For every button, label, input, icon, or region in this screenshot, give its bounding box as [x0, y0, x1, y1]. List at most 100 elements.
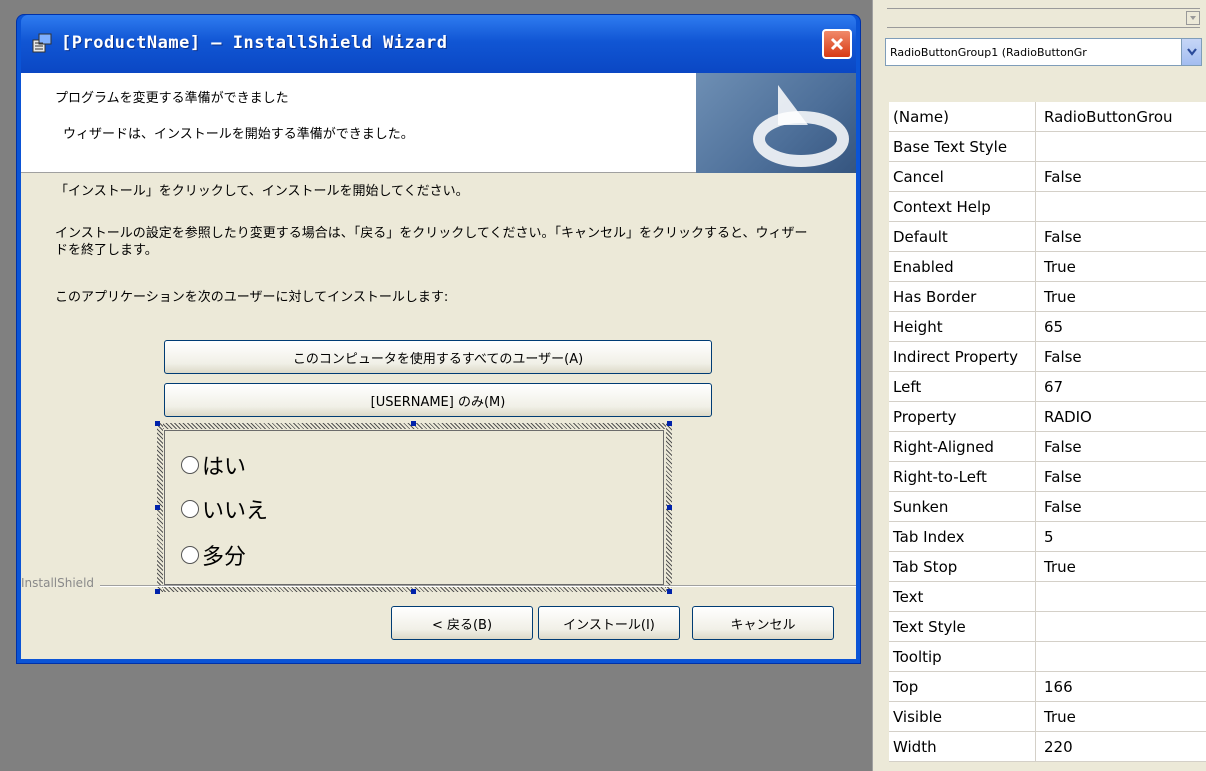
banner-logo [696, 73, 856, 173]
back-button[interactable]: < 戻る(B) [391, 606, 533, 640]
property-value[interactable]: True [1036, 552, 1206, 581]
property-value[interactable]: False [1036, 342, 1206, 371]
property-row[interactable]: Text Style [889, 612, 1206, 642]
resize-handle[interactable] [667, 505, 672, 510]
property-row[interactable]: Right-to-Left False [889, 462, 1206, 492]
property-name: Right-to-Left [889, 462, 1036, 491]
installshield-logo-icon [753, 85, 849, 167]
install-instruction: 「インストール」をクリックして、インストールを開始してください。 [55, 184, 469, 199]
property-row[interactable]: Context Help [889, 192, 1206, 222]
radio-option-maybe[interactable]: 多分 [181, 539, 246, 571]
property-name: Tab Index [889, 522, 1036, 551]
property-value[interactable]: False [1036, 462, 1206, 491]
resize-handle[interactable] [411, 421, 416, 426]
install-for-label: このアプリケーションを次のユーザーに対してインストールします: [55, 290, 449, 305]
resize-handle[interactable] [155, 421, 160, 426]
property-value[interactable]: 166 [1036, 672, 1206, 701]
install-button[interactable]: インストール(I) [538, 606, 680, 640]
header-banner: プログラムを変更する準備ができました ウィザードは、インストールを開始する準備が… [21, 73, 856, 173]
radio-button-group[interactable]: はい いいえ 多分 [164, 430, 664, 585]
resize-handle[interactable] [411, 589, 416, 594]
property-value[interactable] [1036, 132, 1206, 161]
property-row[interactable]: Tab Stop True [889, 552, 1206, 582]
property-value[interactable] [1036, 612, 1206, 641]
radio-label: 多分 [202, 545, 247, 570]
cancel-button[interactable]: キャンセル [692, 606, 834, 640]
property-name: Tab Stop [889, 552, 1036, 581]
property-row[interactable]: (Name) RadioButtonGrou [889, 102, 1206, 132]
only-user-button[interactable]: [USERNAME] のみ(M) [164, 383, 712, 417]
resize-handle[interactable] [667, 589, 672, 594]
property-value[interactable]: 220 [1036, 732, 1206, 761]
radio-option-yes[interactable]: はい [181, 449, 246, 481]
property-value[interactable]: True [1036, 282, 1206, 311]
property-value[interactable] [1036, 642, 1206, 671]
property-name: (Name) [889, 102, 1036, 131]
property-row[interactable]: Property RADIO [889, 402, 1206, 432]
property-value[interactable]: True [1036, 702, 1206, 731]
property-value[interactable]: False [1036, 162, 1206, 191]
radio-circle-icon [181, 500, 199, 518]
property-rows: (Name) RadioButtonGrou Base Text Style Canc… [889, 102, 1206, 762]
property-grid-panel: RadioButtonGroup1 (RadioButtonGr (Name) R… [872, 0, 1206, 771]
property-name: Text Style [889, 612, 1036, 641]
dropdown-button[interactable] [1181, 39, 1201, 65]
property-row[interactable]: Visible True [889, 702, 1206, 732]
property-row[interactable]: Enabled True [889, 252, 1206, 282]
resize-handle[interactable] [155, 505, 160, 510]
property-name: Height [889, 312, 1036, 341]
property-value[interactable]: True [1036, 252, 1206, 281]
installer-icon [32, 33, 52, 53]
radio-label: はい [202, 455, 247, 480]
property-row[interactable]: Cancel False [889, 162, 1206, 192]
radio-circle-icon [181, 546, 199, 564]
property-row[interactable]: Top 166 [889, 672, 1206, 702]
installshield-brand-label: InstallShield [21, 576, 101, 590]
installshield-wizard-window: [ProductName] – InstallShield Wizard プログ… [16, 14, 861, 664]
property-value[interactable] [1036, 582, 1206, 611]
property-value[interactable]: RADIO [1036, 402, 1206, 431]
property-row[interactable]: Indirect Property False [889, 342, 1206, 372]
property-value[interactable]: 67 [1036, 372, 1206, 401]
property-value[interactable]: False [1036, 222, 1206, 251]
property-name: Width [889, 732, 1036, 761]
property-row[interactable]: Tooltip [889, 642, 1206, 672]
radio-circle-icon [181, 456, 199, 474]
property-row[interactable]: Default False [889, 222, 1206, 252]
property-row[interactable]: Has Border True [889, 282, 1206, 312]
property-value[interactable]: False [1036, 432, 1206, 461]
object-selector-dropdown[interactable]: RadioButtonGroup1 (RadioButtonGr [885, 38, 1202, 66]
property-row[interactable]: Text [889, 582, 1206, 612]
close-icon [830, 37, 844, 51]
property-row[interactable]: Width 220 [889, 732, 1206, 762]
property-name: Visible [889, 702, 1036, 731]
property-value[interactable]: 5 [1036, 522, 1206, 551]
title-bar[interactable]: [ProductName] – InstallShield Wizard [21, 15, 856, 73]
property-row[interactable]: Base Text Style [889, 132, 1206, 162]
property-value[interactable] [1036, 192, 1206, 221]
property-row[interactable]: Right-Aligned False [889, 432, 1206, 462]
property-row[interactable]: Left 67 [889, 372, 1206, 402]
close-button[interactable] [822, 29, 852, 59]
property-row[interactable]: Height 65 [889, 312, 1206, 342]
footer-divider [21, 585, 856, 587]
property-name: Sunken [889, 492, 1036, 521]
property-row[interactable]: Tab Index 5 [889, 522, 1206, 552]
panel-grip[interactable] [887, 8, 1200, 28]
property-value[interactable]: False [1036, 492, 1206, 521]
property-name: Property [889, 402, 1036, 431]
property-name: Context Help [889, 192, 1036, 221]
property-name: Enabled [889, 252, 1036, 281]
property-row[interactable]: Sunken False [889, 492, 1206, 522]
all-users-button[interactable]: このコンピュータを使用するすべてのユーザー(A) [164, 340, 712, 374]
window-title: [ProductName] – InstallShield Wizard [61, 33, 448, 53]
property-value[interactable]: 65 [1036, 312, 1206, 341]
wizard-client-area: プログラムを変更する準備ができました ウィザードは、インストールを開始する準備が… [21, 73, 856, 659]
property-name: Default [889, 222, 1036, 251]
chevron-down-icon [1186, 48, 1197, 56]
radio-option-no[interactable]: いいえ [181, 493, 268, 525]
resize-handle[interactable] [155, 589, 160, 594]
radio-label: いいえ [202, 499, 269, 524]
property-value[interactable]: RadioButtonGrou [1036, 102, 1206, 131]
resize-handle[interactable] [667, 421, 672, 426]
